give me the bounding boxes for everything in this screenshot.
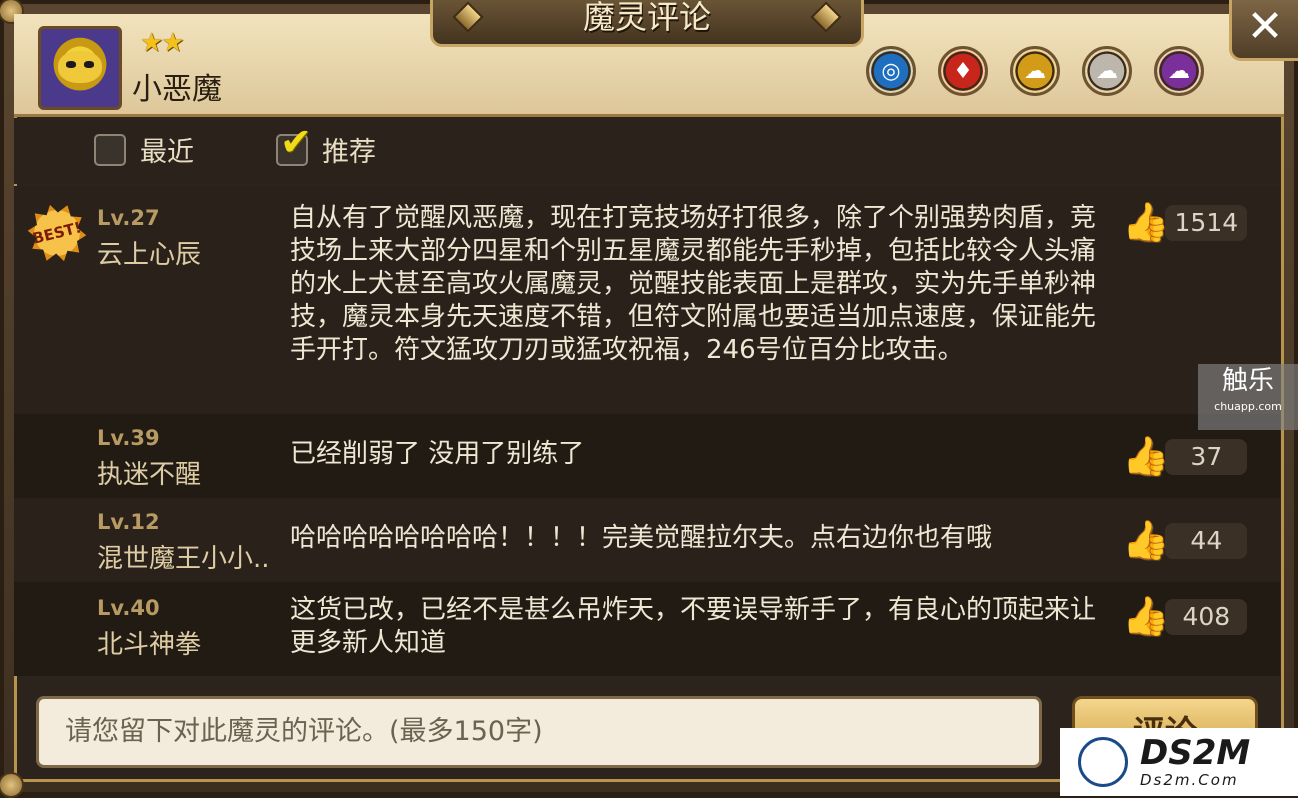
diamond-ornament-icon (452, 1, 484, 33)
like-button[interactable]: 👍 1514 (1122, 200, 1248, 245)
ds2m-logo-icon (1078, 737, 1128, 787)
comment-user-level: Lv.12 (97, 510, 160, 534)
comment-user-level: Lv.40 (97, 596, 160, 620)
filter-recent-label: 最近 (140, 137, 194, 168)
filter-recent[interactable]: 最近 (94, 130, 194, 169)
comment-text: 这货已改，已经不是甚么吊炸天，不要误导新手了，有良心的顶起来让更多新人知道 (290, 595, 1097, 658)
chuapp-watermark-title: 触乐 (1221, 366, 1274, 396)
comment-user-name[interactable]: 云上心辰 (97, 234, 201, 271)
comment-user-name[interactable]: 北斗神拳 (97, 624, 201, 661)
best-badge-icon: BEST! (22, 198, 92, 268)
checkmark-icon: ✔ (280, 119, 312, 164)
ds2m-watermark-url: Ds2m.Com (1140, 771, 1239, 789)
comment-list[interactable]: BEST! Lv.27 云上心辰 自从有了觉醒风恶魔，现在打竞技场好打很多，除了… (14, 186, 1280, 676)
like-count: 37 (1165, 438, 1248, 475)
diamond-ornament-icon (810, 1, 842, 33)
comment-user-name[interactable]: 执迷不醒 (97, 454, 201, 491)
imp-eye (84, 61, 94, 68)
comment-text: 哈哈哈哈哈哈哈哈！！！！完美觉醒拉尔夫。点右边你也有哦 (290, 523, 993, 553)
dark-icon: ☁ (1168, 58, 1190, 84)
thumbs-up-icon: 👍 (1122, 594, 1170, 638)
wind-element-button[interactable]: ☁ (1010, 46, 1060, 96)
comment-user-level: Lv.27 (97, 206, 160, 230)
filter-recommended-label: 推荐 (322, 137, 376, 168)
imp-face-icon (58, 51, 102, 83)
ds2m-watermark: DS2M Ds2m.Com (1060, 728, 1298, 796)
imp-eye (66, 61, 76, 68)
fire-element-button[interactable]: ♦ (938, 46, 988, 96)
water-element-button[interactable]: ◎ (866, 46, 916, 96)
comment-user-name[interactable]: 混世魔王小小.. (97, 538, 270, 575)
page-title: 魔灵评论 (582, 0, 711, 36)
element-selector: ◎ ♦ ☁ ☁ ☁ (866, 46, 1204, 96)
comment-user-level: Lv.39 (97, 426, 160, 450)
star-rating: ★★ (140, 28, 185, 58)
thumbs-up-icon: 👍 (1122, 518, 1170, 562)
comment-input[interactable]: 请您留下对此魔灵的评论。(最多150字) (36, 696, 1042, 768)
frame-corner (0, 772, 24, 798)
like-button[interactable]: 👍 408 (1122, 594, 1248, 639)
comment-input-placeholder: 请您留下对此魔灵的评论。(最多150字) (65, 716, 543, 747)
page-title-plate: 魔灵评论 (430, 0, 864, 47)
comment-row: BEST! Lv.27 云上心辰 自从有了觉醒风恶魔，现在打竞技场好打很多，除了… (14, 186, 1280, 414)
like-count: 44 (1165, 522, 1248, 559)
like-count: 1514 (1165, 204, 1248, 241)
ds2m-watermark-title: DS2M (1140, 733, 1251, 773)
chuapp-watermark-url: chuapp.com (1214, 400, 1282, 413)
chuapp-watermark: 触乐 chuapp.com (1198, 364, 1298, 430)
comment-row: Lv.39 执迷不醒 已经削弱了 没用了别练了 👍 37 (14, 414, 1280, 498)
like-button[interactable]: 👍 37 (1122, 434, 1248, 479)
filter-recommended[interactable]: ✔ 推荐 (276, 120, 376, 169)
close-button[interactable]: ✕ (1229, 0, 1298, 61)
recent-checkbox[interactable] (94, 133, 126, 166)
close-icon: ✕ (1246, 1, 1284, 52)
monster-name: 小恶魔 (132, 72, 222, 107)
thumbs-up-icon: 👍 (1122, 200, 1170, 244)
light-icon: ☁ (1096, 58, 1118, 84)
comment-row: Lv.12 混世魔王小小.. 哈哈哈哈哈哈哈哈！！！！完美觉醒拉尔夫。点右边你也… (14, 498, 1280, 582)
recommended-checkbox[interactable]: ✔ (276, 120, 312, 166)
comment-text: 已经削弱了 没用了别练了 (290, 439, 585, 469)
thumbs-up-icon: 👍 (1122, 434, 1170, 478)
light-element-button[interactable]: ☁ (1082, 46, 1132, 96)
filter-bar: 最近 ✔ 推荐 (14, 118, 1280, 184)
water-icon: ◎ (881, 58, 901, 84)
monster-avatar (38, 26, 122, 110)
like-count: 408 (1165, 598, 1248, 635)
wind-icon: ☁ (1024, 58, 1046, 84)
like-button[interactable]: 👍 44 (1122, 518, 1248, 563)
fire-icon: ♦ (953, 58, 973, 84)
dark-element-button[interactable]: ☁ (1154, 46, 1204, 96)
comment-row: Lv.40 北斗神拳 这货已改，已经不是甚么吊炸天，不要误导新手了，有良心的顶起… (14, 582, 1280, 676)
comment-text: 自从有了觉醒风恶魔，现在打竞技场好打很多，除了个别强势肉盾，竞技场上来大部分四星… (290, 203, 1097, 365)
